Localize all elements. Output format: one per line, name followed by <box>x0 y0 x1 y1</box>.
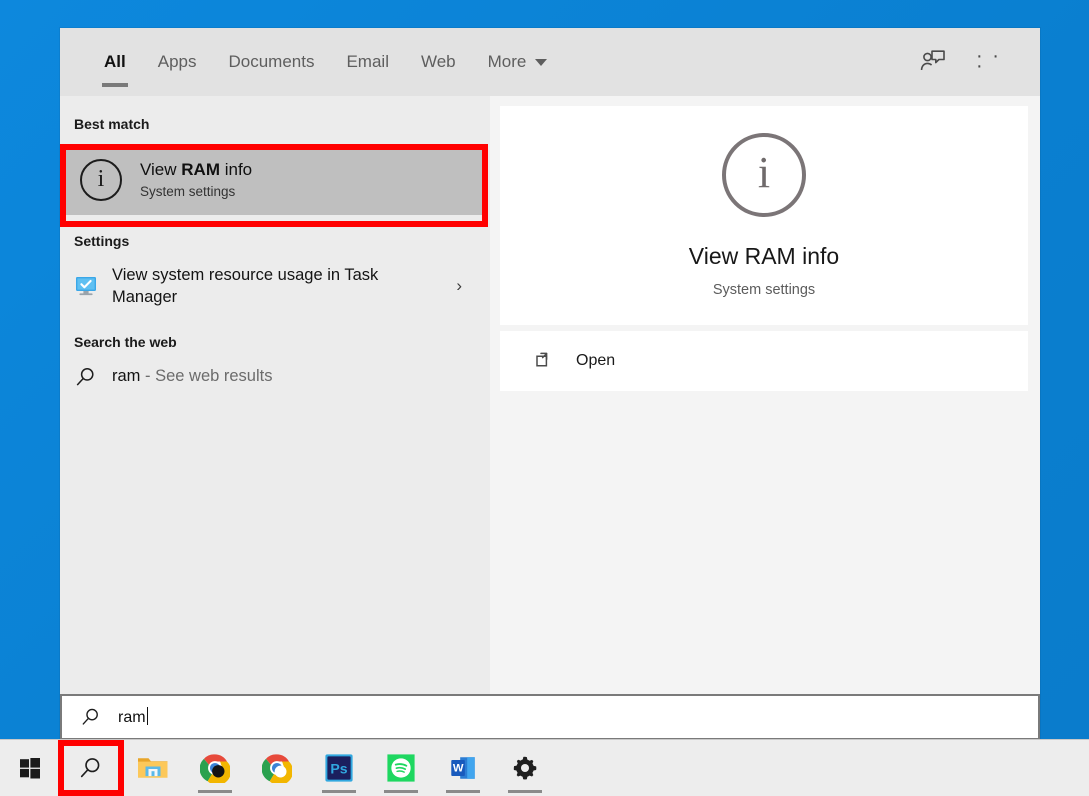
tab-web[interactable]: Web <box>405 50 472 74</box>
search-the-web-heading: Search the web <box>60 318 490 356</box>
taskbar-search-button[interactable] <box>60 740 122 796</box>
tabbar-actions: · · · <box>916 46 1040 76</box>
web-result-row[interactable]: ram - See web results <box>60 356 490 398</box>
photoshop-button[interactable]: Ps <box>308 740 370 796</box>
chevron-right-icon[interactable]: › <box>456 276 476 296</box>
taskbar: Ps W <box>0 739 1089 796</box>
search-icon <box>74 365 98 389</box>
chevron-down-icon <box>535 59 547 66</box>
best-match-title-bold: RAM <box>181 160 220 179</box>
tab-apps-label: Apps <box>158 50 197 74</box>
tab-web-label: Web <box>421 50 456 74</box>
results-list: Best match i View RAM info System settin… <box>60 96 490 740</box>
tab-apps[interactable]: Apps <box>142 50 213 74</box>
chrome-button-1[interactable] <box>184 740 246 796</box>
search-flyout: All Apps Documents Email Web More <box>60 28 1040 740</box>
tab-email[interactable]: Email <box>330 50 405 74</box>
tab-all-label: All <box>104 50 126 74</box>
text-cursor <box>147 707 149 725</box>
chrome-button-2[interactable] <box>246 740 308 796</box>
tab-more[interactable]: More <box>472 50 564 74</box>
person-feedback-icon <box>920 49 946 73</box>
search-icon <box>80 706 102 728</box>
svg-text:W: W <box>453 763 464 775</box>
tab-more-label: More <box>488 50 527 74</box>
ellipsis-icon: · · · <box>976 51 1010 71</box>
settings-result-row[interactable]: View system resource usage in Task Manag… <box>60 255 490 318</box>
search-input[interactable]: ram <box>60 694 1040 740</box>
info-circle-icon: i <box>722 133 806 217</box>
word-icon: W <box>448 753 478 783</box>
best-match-heading: Best match <box>60 108 490 138</box>
preview-subtitle: System settings <box>713 282 815 298</box>
svg-text:Ps: Ps <box>330 761 347 777</box>
open-action-label: Open <box>576 352 615 370</box>
web-result-suffix: - See web results <box>140 367 272 385</box>
tab-documents[interactable]: Documents <box>212 50 330 74</box>
search-input-value-wrap: ram <box>118 707 148 727</box>
folder-icon <box>136 753 170 783</box>
web-result-query: ram <box>112 367 140 385</box>
web-result-label: ram - See web results <box>112 367 272 386</box>
best-match-subtitle: System settings <box>140 184 252 199</box>
open-external-icon <box>534 350 556 372</box>
tab-email-label: Email <box>346 50 389 74</box>
preview-hero-card: i View RAM info System settings <box>500 106 1028 325</box>
best-match-item[interactable]: i View RAM info System settings <box>66 144 484 215</box>
search-body: Best match i View RAM info System settin… <box>60 96 1040 740</box>
preview-actions-card: Open <box>500 331 1028 391</box>
best-match-group: i View RAM info System settings <box>60 144 490 215</box>
tab-documents-label: Documents <box>228 50 314 74</box>
best-match-title-prefix: View <box>140 160 181 179</box>
best-match-title-suffix: info <box>220 160 252 179</box>
task-manager-monitor-icon <box>74 274 98 298</box>
search-tabbar: All Apps Documents Email Web More <box>60 28 1040 96</box>
start-button[interactable] <box>0 740 60 796</box>
photoshop-icon: Ps <box>324 753 354 783</box>
more-options-button[interactable]: · · · <box>976 46 1010 76</box>
settings-heading: Settings <box>60 215 490 255</box>
tab-list: All Apps Documents Email Web More <box>60 50 563 74</box>
open-action-row[interactable]: Open <box>534 350 615 372</box>
chrome-icon <box>200 753 230 783</box>
tab-all[interactable]: All <box>88 50 142 74</box>
search-icon <box>78 755 104 781</box>
feedback-button[interactable] <box>916 46 950 76</box>
best-match-texts: View RAM info System settings <box>140 160 252 199</box>
spotify-button[interactable] <box>370 740 432 796</box>
best-match-title: View RAM info <box>140 160 252 180</box>
spotify-icon <box>386 753 416 783</box>
preview-title: View RAM info <box>689 243 839 270</box>
info-circle-icon: i <box>80 159 122 201</box>
settings-result-label: View system resource usage in Task Manag… <box>112 264 412 309</box>
settings-button[interactable] <box>494 740 556 796</box>
preview-pane: i View RAM info System settings Open <box>490 96 1040 740</box>
search-input-value: ram <box>118 709 146 726</box>
chrome-icon <box>262 753 292 783</box>
word-button[interactable]: W <box>432 740 494 796</box>
file-explorer-button[interactable] <box>122 740 184 796</box>
windows-logo-icon <box>18 756 42 780</box>
gear-icon <box>511 754 539 782</box>
